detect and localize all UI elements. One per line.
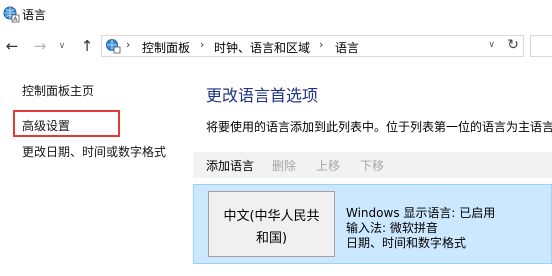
date-time-format-label: 日期、时间和数字格式 xyxy=(346,236,467,250)
address-bar[interactable]: › 控制面板 › 时钟、语言和区域 › 语言 ∨ ↻ xyxy=(101,35,524,57)
chevron-down-icon[interactable]: ∨ xyxy=(488,40,495,50)
breadcrumb-clock-language-region[interactable]: 时钟、语言和区域 xyxy=(214,39,310,56)
language-list-item[interactable]: 中文(中华人民共 和国) Windows 显示语言: 已启用 输入法: 微软拼音… xyxy=(193,184,552,264)
chevron-down-icon[interactable]: ∨ xyxy=(56,36,68,56)
refresh-icon[interactable]: ↻ xyxy=(507,37,519,53)
breadcrumb-separator[interactable]: › xyxy=(126,38,130,51)
breadcrumb-control-panel[interactable]: 控制面板 xyxy=(142,39,190,56)
arrow-right-icon[interactable]: → xyxy=(30,36,50,56)
title-bar: A 语言 xyxy=(0,0,552,30)
language-tile[interactable]: 中文(中华人民共 和国) xyxy=(208,191,335,257)
language-globe-icon: A xyxy=(2,5,20,23)
page-title: 更改语言首选项 xyxy=(206,86,319,105)
arrow-left-icon[interactable]: ← xyxy=(2,36,22,56)
window-title: 语言 xyxy=(22,8,47,22)
navigation-bar: ← → ∨ ↑ › 控制面板 › 时钟、语言和区域 › 语言 ∨ ↻ xyxy=(0,30,552,62)
breadcrumb-separator[interactable]: › xyxy=(200,38,204,51)
breadcrumb-language[interactable]: 语言 xyxy=(335,39,359,56)
search-input[interactable] xyxy=(530,35,552,57)
page-description: 将要使用的语言添加到此列表中。位于列表第一位的语言为主语言 xyxy=(206,120,552,134)
add-language-button[interactable]: 添加语言 xyxy=(206,157,254,174)
delete-button[interactable]: 删除 xyxy=(272,157,296,174)
sidebar-item-control-panel-home[interactable]: 控制面板主页 xyxy=(22,82,94,99)
arrow-up-icon[interactable]: ↑ xyxy=(77,36,97,56)
move-down-button[interactable]: 下移 xyxy=(360,157,384,174)
control-panel-icon xyxy=(105,38,121,54)
move-up-button[interactable]: 上移 xyxy=(316,157,340,174)
language-toolbar: 添加语言 删除 上移 下移 xyxy=(193,152,552,178)
language-name-line2: 和国) xyxy=(255,231,288,246)
sidebar-item-advanced-settings[interactable]: 高级设置 xyxy=(22,117,70,134)
sidebar-item-change-date-time-format[interactable]: 更改日期、时间或数字格式 xyxy=(22,143,166,160)
breadcrumb-separator[interactable]: › xyxy=(319,38,323,51)
language-name-line1: 中文(中华人民共 xyxy=(223,209,320,224)
